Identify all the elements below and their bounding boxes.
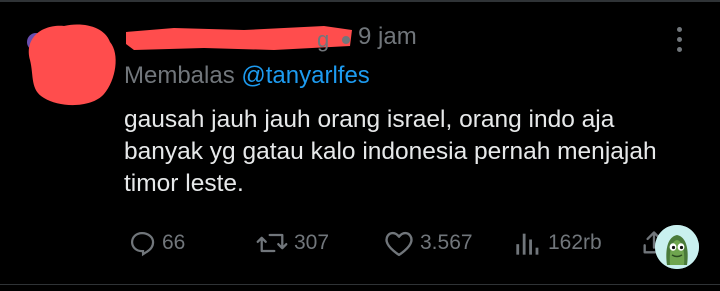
reply-count: 66 [162, 231, 186, 254]
tweet-text-line: timor leste. [124, 170, 244, 197]
views-button[interactable]: 162rb [514, 229, 602, 257]
views-icon [516, 233, 539, 255]
view-count: 162rb [548, 231, 602, 254]
like-button[interactable]: 3.567 [384, 229, 473, 257]
reply-prefix: Membalas [124, 62, 235, 89]
retweet-count: 307 [294, 231, 330, 254]
reply-context: Membalas @tanyarlfes [124, 62, 370, 90]
top-divider [0, 0, 720, 2]
reply-mention-link[interactable]: @tanyarlfes [241, 62, 369, 89]
tweet-text-line: gausah jauh jauh orang israel, orang ind… [124, 106, 615, 133]
tweet-text: gausah jauh jauh orang israel, orang ind… [124, 104, 684, 200]
reply-button[interactable]: 66 [128, 229, 185, 257]
retweet-button[interactable]: 307 [256, 229, 329, 257]
tweet-text-line: banyak yg gatau kalo indonesia pernah me… [124, 138, 657, 165]
tweet-card[interactable]: g 9 jam Membalas @tanyarlfes gausah jauh… [0, 0, 720, 291]
separator-dot [342, 36, 350, 44]
like-count: 3.567 [420, 231, 473, 254]
more-options-button[interactable] [672, 24, 686, 58]
reply-icon [130, 231, 155, 257]
heart-icon [385, 231, 413, 257]
assistant-avatar-icon[interactable] [655, 225, 699, 269]
retweet-icon [256, 233, 288, 253]
handle-tail: g [317, 27, 330, 52]
more-icon [676, 27, 682, 32]
tweet-time[interactable]: 9 jam [358, 23, 417, 51]
redacted-avatar[interactable] [22, 20, 120, 108]
bottom-divider [0, 284, 720, 285]
